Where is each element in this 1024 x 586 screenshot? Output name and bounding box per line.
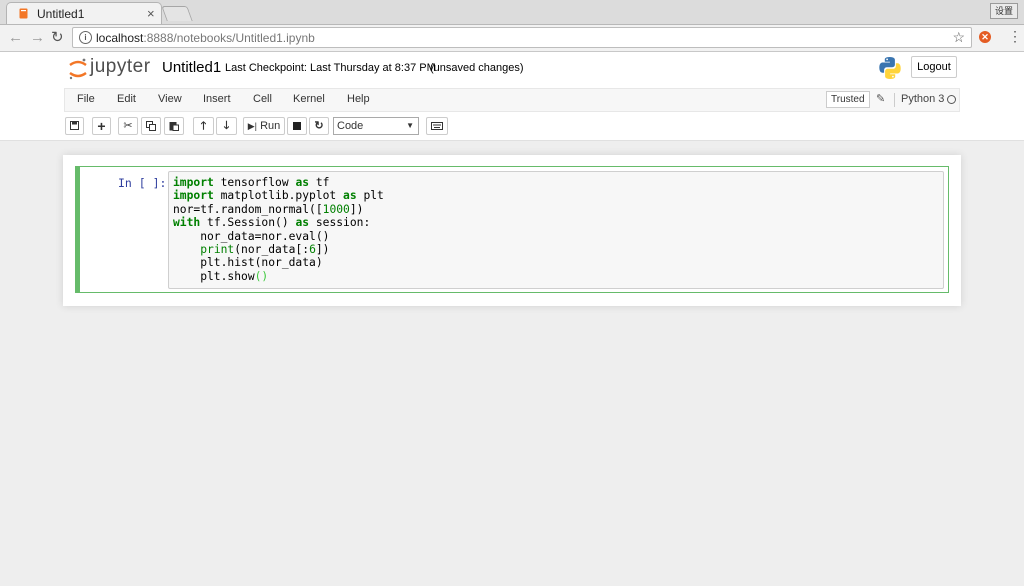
notebook-container: In [ ]: import tensorflow as tf import m… (63, 155, 961, 306)
notebook-name[interactable]: Untitled1 (162, 59, 221, 76)
forward-arrow-icon[interactable]: → (30, 30, 45, 45)
notebook-favicon-icon (19, 8, 28, 19)
python-logo-icon (879, 57, 901, 79)
checkpoint-status: Last Checkpoint: Last Thursday at 8:37 P… (225, 62, 436, 74)
code-text[interactable]: import tensorflow as tf import matplotli… (173, 176, 384, 283)
extension-icon[interactable]: ✕ (979, 31, 991, 43)
step-forward-icon: ▶| (247, 121, 257, 131)
cut-button[interactable]: ✂ (118, 117, 138, 135)
url-text: localhost:8888/notebooks/Untitled1.ipynb (96, 31, 315, 45)
bookmark-star-icon[interactable]: ☆ (952, 29, 965, 46)
menu-file[interactable]: File (77, 93, 95, 105)
move-up-button[interactable]: 🡑 (193, 117, 214, 135)
move-down-button[interactable]: 🡓 (216, 117, 237, 135)
input-prompt: In [ ]: (118, 176, 167, 190)
caret-down-icon: ▼ (406, 121, 414, 130)
browser-tab-strip: Untitled1 × 设置 (0, 0, 1024, 25)
browser-toolbar: ← → ↻ i localhost:8888/notebooks/Untitle… (0, 25, 1024, 52)
arrow-down-icon: 🡓 (223, 120, 230, 132)
menu-insert[interactable]: Insert (203, 93, 231, 105)
paste-button[interactable] (164, 117, 184, 135)
scissors-icon: ✂ (123, 120, 133, 132)
tab-title: Untitled1 (37, 7, 85, 21)
interrupt-button[interactable] (287, 117, 307, 135)
stop-icon (293, 122, 301, 130)
cell-type-value: Code (337, 120, 364, 132)
arrow-up-icon: 🡑 (200, 120, 207, 132)
jupyter-logo-icon[interactable] (68, 57, 88, 81)
pencil-icon[interactable]: ✎ (876, 92, 885, 105)
back-arrow-icon[interactable]: ← (8, 30, 23, 45)
restart-icon: ↻ (314, 120, 324, 132)
new-tab-button[interactable] (161, 6, 193, 21)
insert-cell-button[interactable]: + (92, 117, 111, 135)
copy-icon (146, 121, 156, 131)
restart-button[interactable]: ↻ (309, 117, 329, 135)
command-palette-button[interactable] (426, 117, 448, 135)
jupyter-logo-text: jupyter (90, 56, 151, 77)
trusted-indicator[interactable]: Trusted (826, 91, 870, 108)
menu-bar: File Edit View Insert Cell Kernel Help T… (64, 88, 960, 112)
plus-icon: + (97, 118, 106, 134)
autosave-status: (unsaved changes) (430, 62, 524, 74)
menu-kernel[interactable]: Kernel (293, 93, 325, 105)
logout-button[interactable]: Logout (911, 56, 957, 78)
keyboard-icon (431, 122, 443, 130)
address-bar[interactable]: i localhost:8888/notebooks/Untitled1.ipy… (72, 27, 972, 48)
menu-cell[interactable]: Cell (253, 93, 272, 105)
menu-view[interactable]: View (158, 93, 182, 105)
save-icon (70, 121, 79, 130)
system-badge: 设置 (990, 3, 1018, 19)
menu-edit[interactable]: Edit (117, 93, 136, 105)
menu-help[interactable]: Help (347, 93, 370, 105)
jupyter-header: jupyter Untitled1 Last Checkpoint: Last … (0, 52, 1024, 141)
reload-icon[interactable]: ↻ (51, 30, 64, 45)
code-cell[interactable]: In [ ]: import tensorflow as tf import m… (75, 166, 949, 293)
copy-button[interactable] (141, 117, 161, 135)
paste-icon (169, 122, 179, 131)
kernel-name: Python 3 (901, 93, 945, 105)
run-button[interactable]: ▶| Run (243, 117, 285, 135)
browser-tab[interactable]: Untitled1 × (6, 2, 162, 24)
run-label: Run (260, 120, 281, 132)
cell-type-select[interactable]: Code ▼ (333, 117, 419, 135)
info-icon[interactable]: i (79, 31, 92, 44)
browser-menu-icon[interactable]: ⋮ (1008, 29, 1022, 43)
kernel-idle-icon (947, 95, 956, 104)
kernel-divider (894, 93, 895, 107)
code-editor[interactable]: import tensorflow as tf import matplotli… (168, 171, 944, 289)
save-button[interactable] (65, 117, 84, 135)
tab-close-icon[interactable]: × (147, 6, 155, 21)
